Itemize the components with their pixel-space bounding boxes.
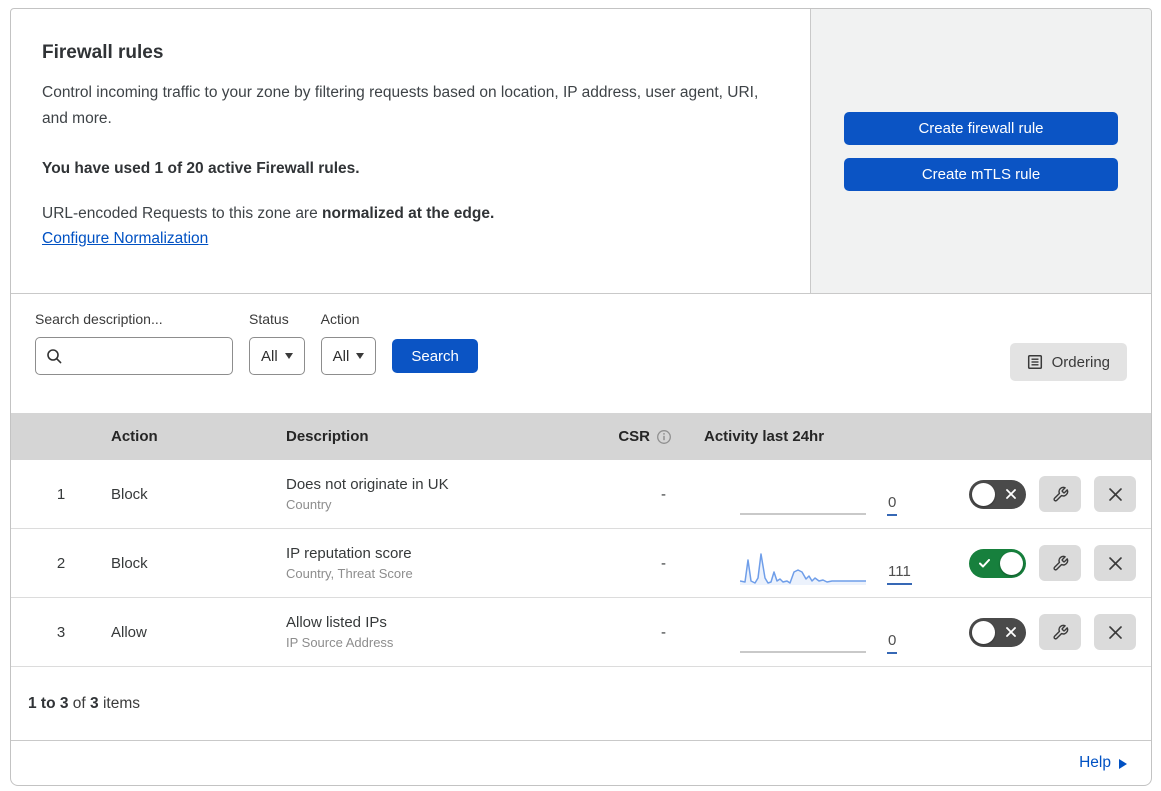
normalization-prefix: URL-encoded Requests to this zone are: [42, 205, 323, 222]
actions-panel: Create firewall rule Create mTLS rule: [810, 9, 1151, 293]
normalization-note: URL-encoded Requests to this zone are no…: [42, 205, 770, 223]
table-row: 1 Block Does not originate in UK Country…: [11, 460, 1151, 529]
rule-criteria: IP Source Address: [286, 635, 394, 650]
rule-csr: -: [661, 485, 666, 503]
ordering-button[interactable]: Ordering: [1009, 343, 1127, 381]
search-box[interactable]: [35, 337, 233, 375]
rule-description: Allow listed IPs: [286, 614, 387, 631]
rule-description: Does not originate in UK: [286, 476, 449, 493]
table-header: Action Description CSR Activity last 24h…: [11, 413, 1151, 460]
toggle-knob: [972, 620, 995, 644]
column-activity: Activity last 24hr: [704, 428, 825, 445]
header-section: Firewall rules Control incoming traffic …: [11, 9, 1151, 294]
info-icon[interactable]: [656, 429, 672, 445]
edit-rule-button[interactable]: [1039, 545, 1081, 581]
activity-count-link[interactable]: 0: [887, 632, 898, 654]
status-value: All: [261, 347, 278, 365]
wrench-icon: [1052, 555, 1069, 572]
table-row: 2 Block IP reputation score Country, Thr…: [11, 529, 1151, 598]
close-icon: [1108, 487, 1123, 502]
rule-criteria: Country: [286, 497, 332, 512]
rule-enabled-toggle[interactable]: [969, 548, 1026, 578]
page-description: Control incoming traffic to your zone by…: [42, 84, 759, 127]
column-description: Description: [286, 428, 369, 445]
activity-count-link[interactable]: 111: [887, 563, 912, 585]
column-action: Action: [111, 428, 158, 445]
rule-action: Block: [111, 554, 148, 572]
pagination-summary: 1 to 3 of 3 items: [11, 667, 1151, 741]
activity-sparkline: [740, 543, 866, 587]
edit-rule-button[interactable]: [1039, 614, 1081, 650]
toggle-state-icon: [969, 558, 1000, 568]
header-text-block: Firewall rules Control incoming traffic …: [11, 9, 810, 293]
chevron-down-icon: [284, 353, 293, 359]
edit-rule-button[interactable]: [1039, 476, 1081, 512]
create-mtls-rule-button[interactable]: Create mTLS rule: [844, 157, 1118, 191]
wrench-icon: [1052, 486, 1069, 503]
toggle-state-icon: [995, 489, 1026, 499]
filter-bar: Search description... Status All Action …: [11, 294, 1151, 413]
rule-description: IP reputation score: [286, 545, 412, 562]
column-csr: CSR: [618, 428, 650, 445]
usage-summary: You have used 1 of 20 active Firewall ru…: [42, 160, 360, 177]
ordering-label: Ordering: [1051, 353, 1110, 371]
action-dropdown[interactable]: All: [320, 337, 377, 375]
create-firewall-rule-button[interactable]: Create firewall rule: [844, 111, 1118, 145]
rule-csr: -: [661, 623, 666, 641]
rule-priority: 3: [56, 623, 66, 641]
ordering-list-icon: [1027, 354, 1043, 370]
rule-action: Block: [111, 485, 148, 503]
items-total: 3: [90, 694, 99, 712]
help-link[interactable]: Help: [1079, 754, 1127, 772]
toggle-state-icon: [995, 627, 1026, 637]
chevron-down-icon: [356, 353, 365, 359]
delete-rule-button[interactable]: [1094, 476, 1136, 512]
firewall-rules-card: Firewall rules Control incoming traffic …: [10, 8, 1152, 786]
rule-priority: 1: [56, 485, 66, 503]
rule-action: Allow: [111, 623, 147, 641]
toggle-knob: [1000, 551, 1023, 575]
toggle-knob: [972, 482, 995, 506]
table-row: 3 Allow Allow listed IPs IP Source Addre…: [11, 598, 1151, 667]
rule-enabled-toggle[interactable]: [969, 617, 1026, 647]
arrow-right-icon: [1119, 759, 1127, 769]
search-icon: [46, 348, 62, 364]
help-row: Help: [11, 741, 1151, 785]
delete-rule-button[interactable]: [1094, 614, 1136, 650]
status-dropdown[interactable]: All: [249, 337, 305, 375]
action-value: All: [332, 347, 350, 365]
items-range: 1 to 3: [28, 694, 69, 712]
close-icon: [1108, 556, 1123, 571]
rule-criteria: Country, Threat Score: [286, 566, 413, 581]
action-label: Action: [320, 311, 360, 327]
activity-count-link[interactable]: 0: [887, 494, 898, 516]
rule-enabled-toggle[interactable]: [969, 479, 1026, 509]
wrench-icon: [1052, 624, 1069, 641]
close-icon: [1108, 625, 1123, 640]
search-input[interactable]: [68, 347, 222, 365]
activity-flatline: [740, 651, 866, 653]
search-label: Search description...: [35, 311, 163, 327]
delete-rule-button[interactable]: [1094, 545, 1136, 581]
activity-flatline: [740, 513, 866, 515]
status-label: Status: [249, 311, 289, 327]
rule-priority: 2: [56, 554, 66, 572]
search-button[interactable]: Search: [392, 339, 478, 373]
page-title: Firewall rules: [42, 42, 164, 63]
normalization-bold: normalized at the edge.: [322, 205, 495, 222]
rule-csr: -: [661, 554, 666, 572]
configure-normalization-link[interactable]: Configure Normalization: [42, 230, 208, 248]
